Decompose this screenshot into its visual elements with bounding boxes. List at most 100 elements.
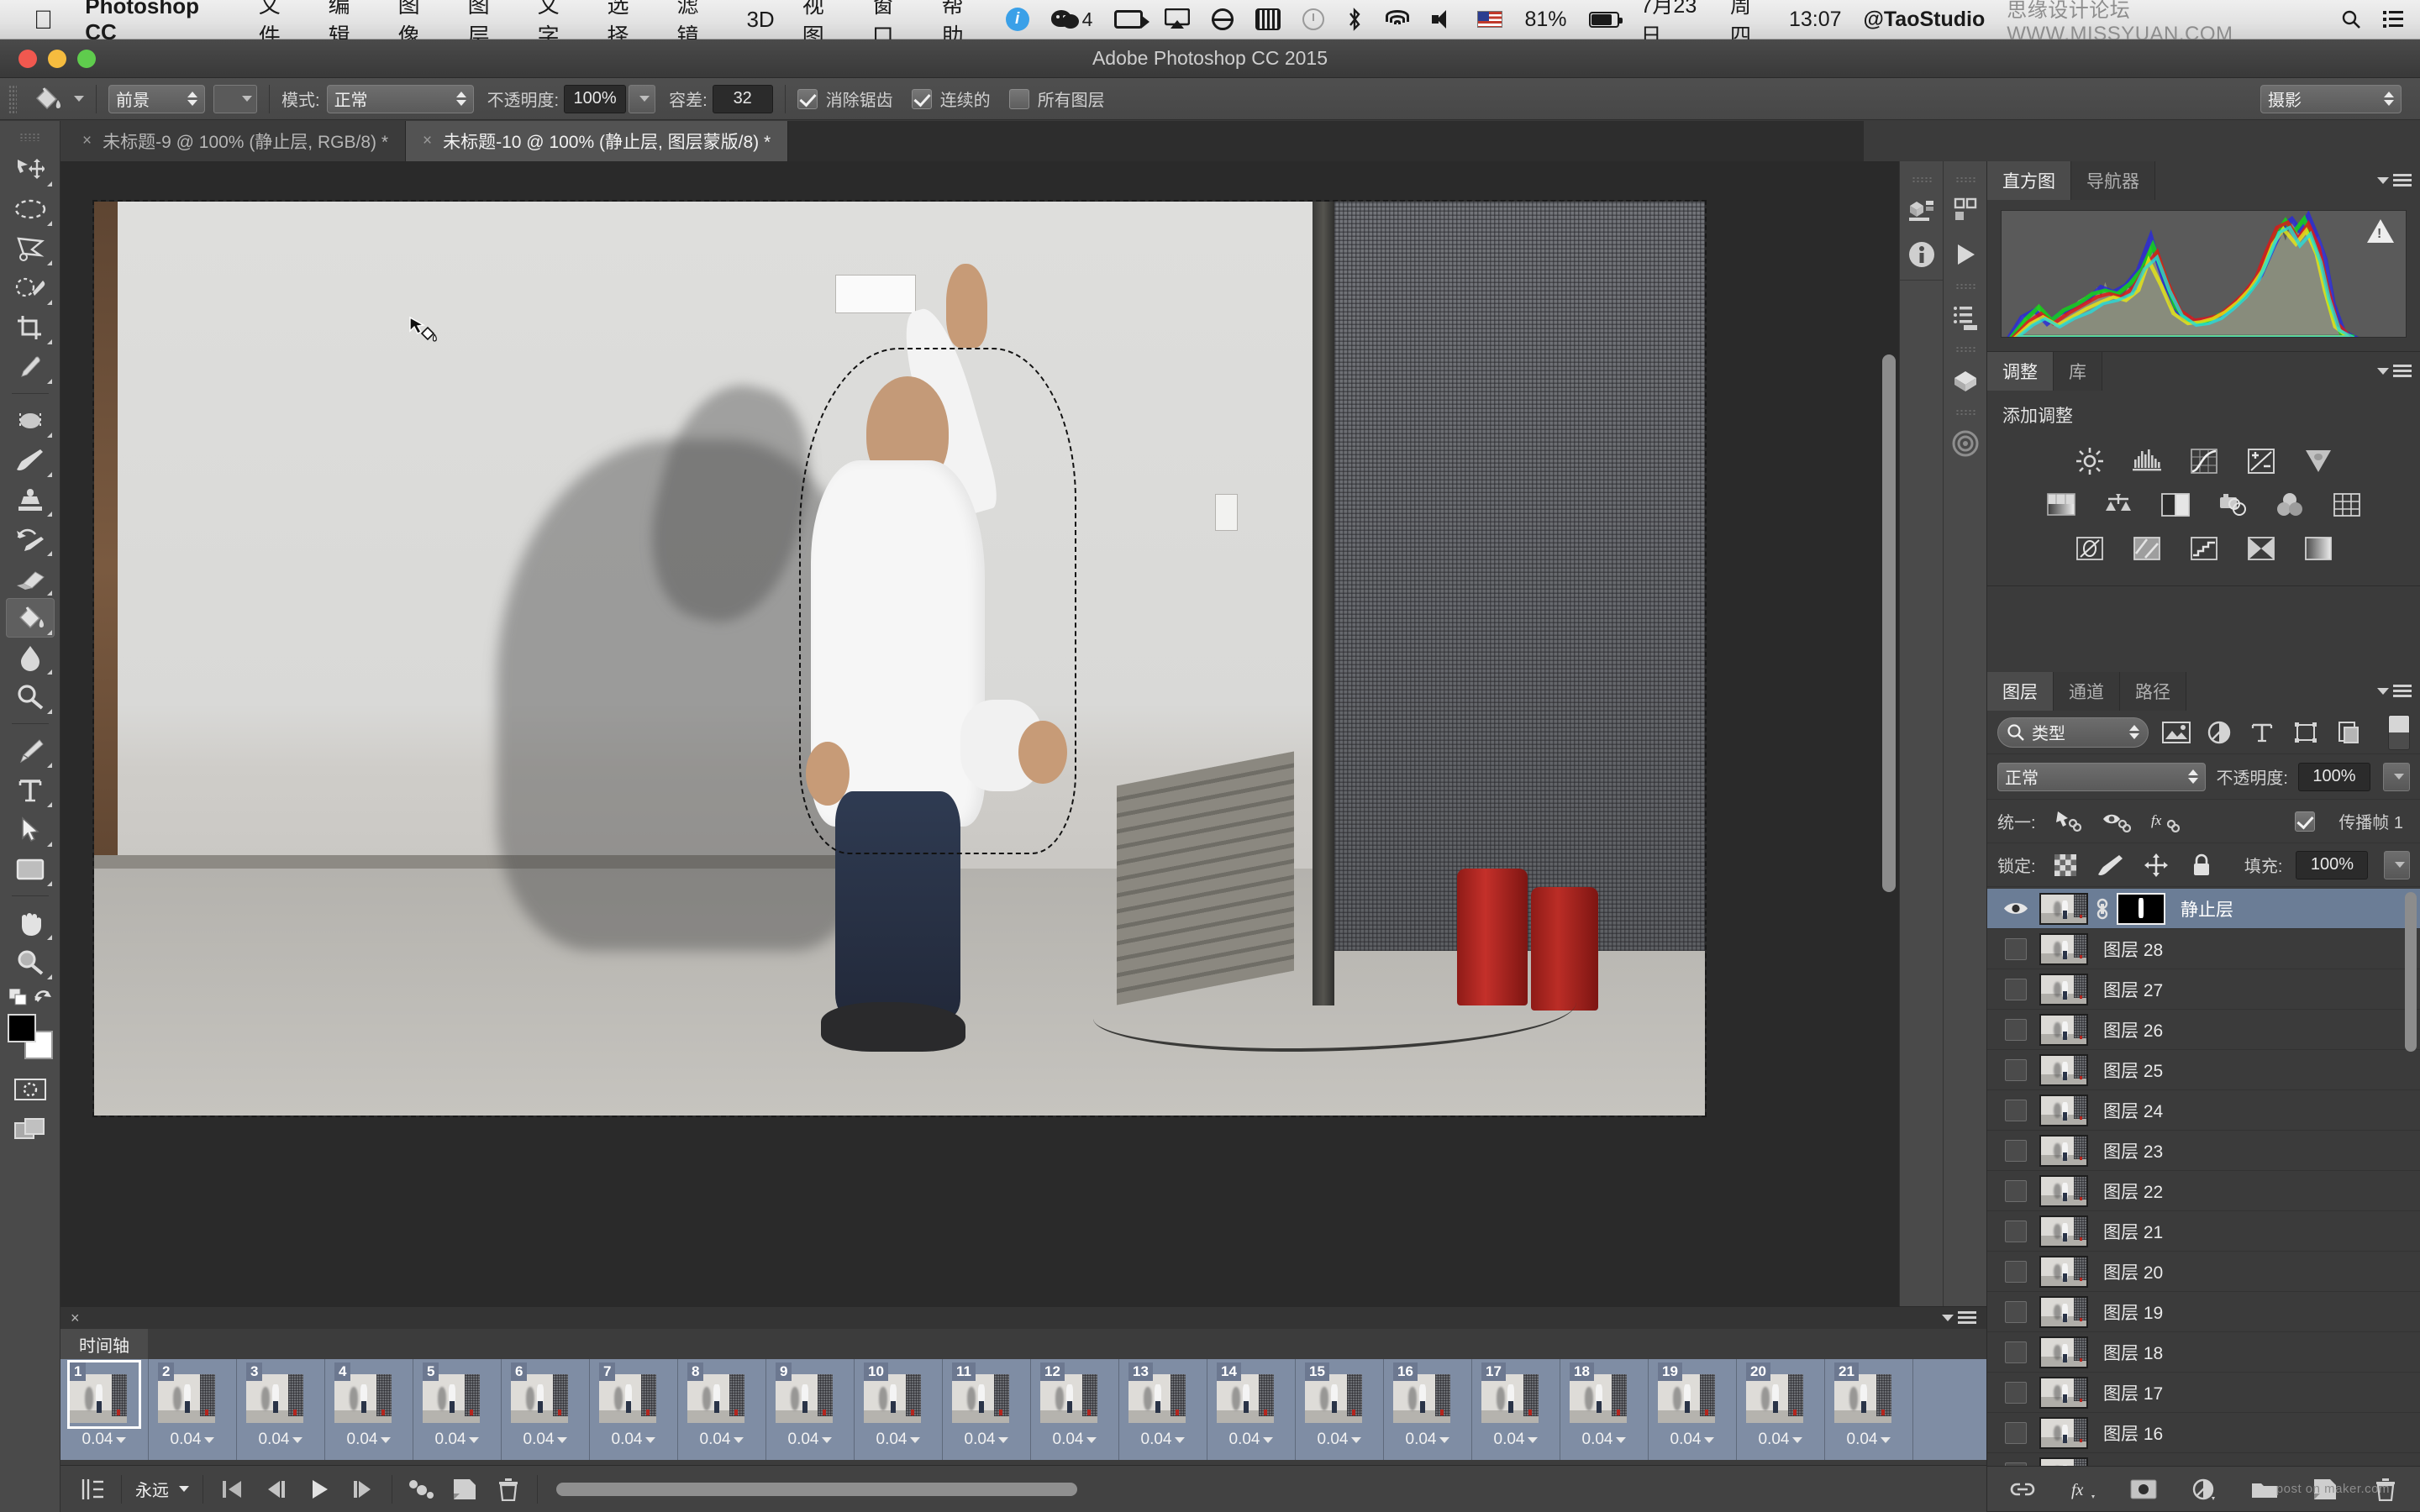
frame-delay-select[interactable]: 0.04 bbox=[82, 1431, 127, 1449]
frame-delay-select[interactable]: 0.04 bbox=[171, 1431, 215, 1449]
frame-delay-select[interactable]: 0.04 bbox=[1318, 1431, 1362, 1449]
polygonal-lasso-tool[interactable] bbox=[6, 228, 55, 268]
toolbar-grip[interactable] bbox=[18, 133, 41, 141]
animation-frame[interactable]: 21 0.04 bbox=[1825, 1359, 1913, 1460]
airplay-icon[interactable] bbox=[1165, 8, 1191, 30]
foreground-color-swatch[interactable] bbox=[7, 1014, 36, 1042]
frame-delay-select[interactable]: 0.04 bbox=[1670, 1431, 1715, 1449]
filter-type-icon[interactable] bbox=[2247, 718, 2278, 747]
layer-thumbnail[interactable] bbox=[2039, 1053, 2088, 1086]
layer-visibility-toggle[interactable] bbox=[1992, 978, 2039, 1000]
animation-frame[interactable]: 4 0.04 bbox=[325, 1359, 413, 1460]
fill-input[interactable]: 100% bbox=[2296, 850, 2369, 879]
delete-frame-icon[interactable] bbox=[487, 1471, 530, 1508]
all-layers-checkbox[interactable] bbox=[1008, 88, 1029, 109]
layer-thumbnail[interactable] bbox=[2039, 1295, 2088, 1328]
frame-delay-select[interactable]: 0.04 bbox=[700, 1431, 744, 1449]
frame-thumbnail-box[interactable]: 8 bbox=[687, 1362, 756, 1426]
layer-row[interactable]: 图层 28 bbox=[1987, 929, 2420, 969]
layer-thumbnail[interactable] bbox=[2039, 892, 2088, 925]
layer-opacity-dropdown-button[interactable] bbox=[2383, 762, 2410, 791]
filter-shape-icon[interactable] bbox=[2290, 718, 2321, 747]
layer-opacity-input[interactable]: 100% bbox=[2298, 762, 2370, 791]
layer-row[interactable]: 图层 18 bbox=[1987, 1332, 2420, 1373]
blur-tool[interactable] bbox=[6, 638, 55, 677]
layer-style-fx-icon[interactable]: fx bbox=[2068, 1475, 2098, 1504]
timeline-horizontal-scrollbar[interactable] bbox=[556, 1482, 1077, 1496]
new-group-icon[interactable] bbox=[2249, 1475, 2280, 1504]
battery-icon[interactable] bbox=[1588, 11, 1623, 28]
layer-row[interactable]: 图层 19 bbox=[1987, 1292, 2420, 1332]
animation-frame[interactable]: 8 0.04 bbox=[678, 1359, 766, 1460]
layer-row[interactable]: 静止层 bbox=[1987, 889, 2420, 929]
frame-delay-select[interactable]: 0.04 bbox=[523, 1431, 568, 1449]
selective-color-icon[interactable] bbox=[2301, 533, 2336, 564]
paint-bucket-tool[interactable] bbox=[5, 598, 55, 638]
frame-thumbnail-box[interactable]: 5 bbox=[423, 1362, 492, 1426]
add-layer-mask-icon[interactable] bbox=[2128, 1475, 2159, 1504]
animation-frame[interactable]: 20 0.04 bbox=[1737, 1359, 1825, 1460]
layer-row[interactable]: 图层 27 bbox=[1987, 969, 2420, 1010]
tab-libraries[interactable]: 库 bbox=[2054, 352, 2102, 391]
frame-delay-select[interactable]: 0.04 bbox=[876, 1431, 921, 1449]
brightness-contrast-icon[interactable] bbox=[2072, 445, 2107, 477]
rail-grip[interactable] bbox=[1954, 409, 1975, 417]
layers-scrollbar[interactable] bbox=[2405, 892, 2417, 1052]
layer-visibility-toggle[interactable] bbox=[1992, 1139, 2039, 1162]
layer-thumbnail[interactable] bbox=[2039, 1376, 2088, 1409]
layer-thumbnail[interactable] bbox=[2039, 1094, 2088, 1126]
brush-tool[interactable] bbox=[6, 440, 55, 480]
layer-visibility-toggle[interactable] bbox=[1992, 1300, 2039, 1323]
spot-healing-brush-tool[interactable] bbox=[6, 401, 55, 440]
unify-style-icon[interactable]: fx bbox=[2149, 807, 2182, 836]
document-tab-2[interactable]: × 未标题-10 @ 100% (静止层, 图层蒙版/8) * bbox=[406, 121, 789, 161]
frame-thumbnail-box[interactable]: 6 bbox=[511, 1362, 580, 1426]
tab-paths[interactable]: 路径 bbox=[2120, 672, 2186, 711]
tab-channels[interactable]: 通道 bbox=[2054, 672, 2120, 711]
frame-delay-select[interactable]: 0.04 bbox=[1053, 1431, 1097, 1449]
layer-thumbnail[interactable] bbox=[2039, 1255, 2088, 1288]
animation-frame[interactable]: 11 0.04 bbox=[943, 1359, 1031, 1460]
lock-image-icon[interactable] bbox=[2095, 851, 2127, 879]
select-previous-frame-icon[interactable] bbox=[254, 1471, 297, 1508]
fill-source-select[interactable]: 前景 bbox=[108, 84, 205, 113]
exposure-icon[interactable] bbox=[2244, 445, 2279, 477]
animation-frame[interactable]: 17 0.04 bbox=[1472, 1359, 1560, 1460]
clone-stamp-tool[interactable] bbox=[6, 480, 55, 519]
unify-visibility-icon[interactable] bbox=[2100, 807, 2133, 836]
clock-icon[interactable] bbox=[1302, 8, 1325, 30]
layer-visibility-toggle[interactable] bbox=[1992, 1058, 2039, 1081]
animation-frame[interactable]: 13 0.04 bbox=[1119, 1359, 1207, 1460]
tab-adjustments[interactable]: 调整 bbox=[1987, 352, 2054, 391]
layer-row[interactable]: 图层 15 bbox=[1987, 1453, 2420, 1466]
animation-frame[interactable]: 19 0.04 bbox=[1649, 1359, 1737, 1460]
hand-tool[interactable] bbox=[6, 903, 55, 942]
threshold-icon[interactable] bbox=[2186, 533, 2222, 564]
layer-row[interactable]: 图层 21 bbox=[1987, 1211, 2420, 1252]
tolerance-input[interactable]: 32 bbox=[712, 84, 773, 113]
layer-row[interactable]: 图层 25 bbox=[1987, 1050, 2420, 1090]
opacity-dropdown-button[interactable] bbox=[629, 84, 656, 113]
time-machine-icon[interactable] bbox=[1255, 8, 1281, 30]
eraser-tool[interactable] bbox=[6, 559, 55, 598]
animation-frame[interactable]: 9 0.04 bbox=[766, 1359, 855, 1460]
close-button[interactable] bbox=[18, 49, 37, 68]
zoom-tool[interactable] bbox=[6, 942, 55, 982]
video-icon[interactable] bbox=[1114, 10, 1150, 29]
layer-thumbnail[interactable] bbox=[2039, 1174, 2088, 1207]
rail-grip[interactable] bbox=[1911, 176, 1932, 184]
minimize-button[interactable] bbox=[48, 49, 66, 68]
close-icon[interactable]: × bbox=[82, 132, 92, 150]
layer-visibility-toggle[interactable] bbox=[1992, 1260, 2039, 1283]
contiguous-checkbox[interactable] bbox=[911, 88, 932, 109]
propagate-frames-checkbox[interactable] bbox=[2295, 811, 2316, 832]
lock-all-icon[interactable] bbox=[2186, 851, 2217, 879]
menu-3d[interactable]: 3D bbox=[746, 7, 774, 33]
color-wheel-icon[interactable] bbox=[1947, 422, 1984, 465]
layer-row[interactable]: 图层 22 bbox=[1987, 1171, 2420, 1211]
frame-delay-select[interactable]: 0.04 bbox=[1494, 1431, 1539, 1449]
rail-grip[interactable] bbox=[1954, 176, 1975, 184]
frame-delay-select[interactable]: 0.04 bbox=[347, 1431, 392, 1449]
color-lookup-icon[interactable] bbox=[2329, 489, 2365, 521]
frame-thumbnail-box[interactable]: 21 bbox=[1834, 1362, 1903, 1426]
